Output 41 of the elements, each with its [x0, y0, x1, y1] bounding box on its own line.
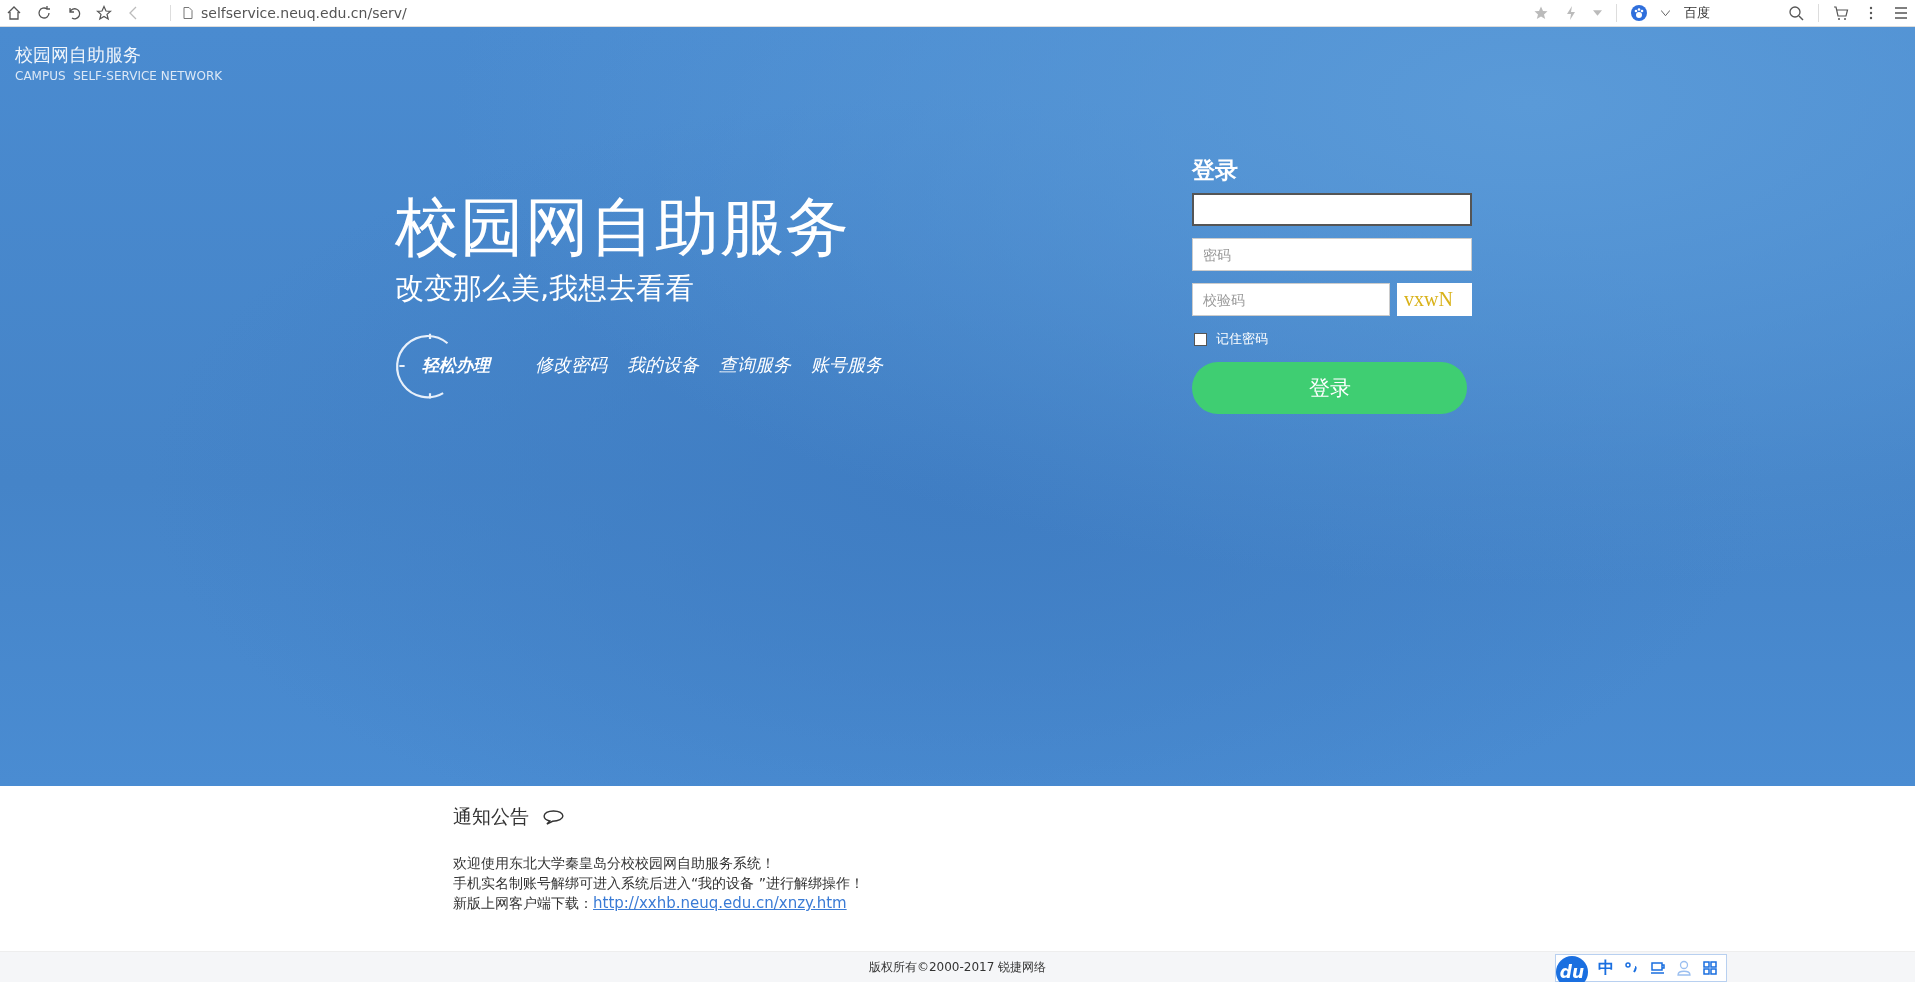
download-link[interactable]: http://xxhb.neuq.edu.cn/xnzy.htm	[593, 894, 847, 912]
search-icon[interactable]	[1788, 5, 1804, 21]
grid-icon[interactable]	[1702, 960, 1718, 976]
caret-icon[interactable]	[1661, 10, 1670, 16]
search-engine-field[interactable]: 百度	[1684, 4, 1774, 22]
service-link[interactable]: 账号服务	[811, 353, 883, 377]
captcha-field[interactable]: 校验码	[1192, 283, 1390, 316]
hero-slogan: 改变那么美,我想去看看	[395, 270, 696, 307]
star-icon[interactable]	[96, 5, 112, 21]
login-title: 登录	[1192, 156, 1239, 185]
cup-icon[interactable]	[1650, 960, 1666, 976]
copyright-text: 版权所有©2000-2017 锐捷网络	[868, 958, 1047, 976]
menu-icon[interactable]	[1893, 5, 1909, 21]
speech-bubble-icon	[543, 809, 564, 825]
remember-checkbox[interactable]	[1194, 332, 1207, 346]
notice-text: 欢迎使用东北大学秦皇岛分校校园网自助服务系统！	[453, 855, 775, 871]
captcha-image[interactable]: vxwN	[1397, 283, 1472, 316]
reload-icon[interactable]	[36, 5, 52, 21]
service-link[interactable]: 修改密码	[535, 353, 607, 377]
home-icon[interactable]	[6, 5, 22, 21]
ime-mode-toggle[interactable]: 中	[1598, 957, 1614, 979]
ime-logo[interactable]: du	[1556, 956, 1588, 982]
hero-title: 校园网自助服务	[395, 189, 851, 266]
service-link[interactable]: 我的设备	[627, 353, 699, 377]
paw-icon[interactable]	[1631, 5, 1647, 21]
undo-icon[interactable]	[66, 5, 82, 21]
password-field[interactable]: 密码	[1192, 238, 1472, 271]
login-button[interactable]: 登录	[1192, 362, 1467, 414]
service-link[interactable]: 查询服务	[719, 353, 791, 377]
remember-label: 记住密码	[1216, 330, 1268, 348]
page-icon	[183, 7, 193, 19]
easy-service-label: 轻松办理	[422, 353, 490, 377]
notice-text: 手机实名制账号解绑可进入系统后进入“我的设备 ”进行解绑操作！	[453, 875, 864, 891]
cart-icon[interactable]	[1833, 5, 1849, 21]
site-title: 校园网自助服务	[15, 43, 142, 67]
notice-text: 新版上网客户端下载：	[453, 895, 593, 911]
star-icon[interactable]	[1533, 5, 1549, 21]
username-field[interactable]	[1192, 193, 1472, 226]
address-bar[interactable]: selfservice.neuq.edu.cn/serv/	[201, 5, 407, 21]
site-subtitle: CAMPUS SELF-SERVICE NETWORK	[15, 69, 224, 83]
notice-title: 通知公告	[453, 804, 529, 829]
